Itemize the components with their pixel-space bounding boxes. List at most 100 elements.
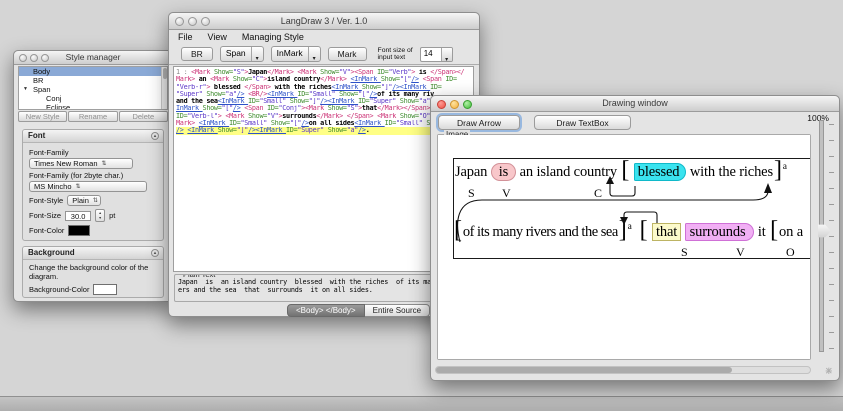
style-item-span[interactable]: ▼ Span <box>19 85 167 94</box>
code-token: ID= <box>358 98 369 105</box>
font-family2-value: MS Mincho <box>34 182 72 191</box>
code-token: ID= <box>377 69 388 76</box>
diagram-word <box>632 224 639 241</box>
zoom-icon[interactable] <box>463 100 472 109</box>
chevron-down-icon[interactable] <box>251 47 263 61</box>
style-item-conj[interactable]: Conj <box>19 94 167 103</box>
diagram-word: with the riches <box>686 164 773 181</box>
grammar-label-c: C <box>594 186 602 201</box>
draw-textbox-button[interactable]: Draw TextBox <box>534 115 631 130</box>
delete-button[interactable]: Delete <box>119 111 168 122</box>
code-token: Show= <box>233 76 252 83</box>
code-token: <Mark <box>225 113 248 120</box>
scrollbar-thumb[interactable] <box>163 68 167 79</box>
entire-source-button[interactable]: Entire Source <box>365 304 430 317</box>
collapse-icon[interactable] <box>151 249 159 257</box>
font-size-input[interactable]: 30.0 <box>65 211 91 221</box>
zoom-icon[interactable] <box>41 54 49 62</box>
main-titlebar[interactable]: LangDraw 3 / Ver. 1.0 <box>169 13 479 30</box>
font-color-swatch[interactable] <box>68 225 90 236</box>
code-line: 1 : <Mark Show="S">Japan</Mark> <Mark Sh… <box>176 69 473 76</box>
diagram-canvas[interactable]: Japan is an island country [ blessed wit… <box>438 135 810 359</box>
close-icon[interactable] <box>437 100 446 109</box>
font-size-label: Font-Size <box>29 211 61 220</box>
disclosure-icon[interactable]: ▼ <box>23 85 28 94</box>
input-font-size-combo[interactable]: 14 <box>420 47 453 62</box>
code-token: "a" <box>225 91 236 98</box>
style-manager-window: Style manager BodyBR▼ SpanConjEclipse New… <box>13 50 173 302</box>
minimize-icon[interactable] <box>188 17 197 26</box>
code-token: /> <box>176 127 184 134</box>
shape-is: is <box>491 163 516 181</box>
style-item-body[interactable]: Body <box>19 67 167 76</box>
code-token: </Mark> <box>267 69 294 76</box>
body-scope-button[interactable]: <Body> </Body> <box>287 304 365 317</box>
code-token: Mark> <box>176 76 195 83</box>
code-token: "V" <box>267 113 278 120</box>
code-token: that <box>362 105 377 112</box>
style-item-eclipse[interactable]: Eclipse <box>19 103 167 110</box>
code-token: of its many riv <box>377 91 434 98</box>
code-token: "Super" <box>369 98 396 105</box>
bracket: ] <box>619 225 627 235</box>
code-token: ID= <box>297 91 308 98</box>
span-dropdown-button[interactable]: Span <box>220 46 264 62</box>
menu-file[interactable]: File <box>178 32 193 42</box>
code-token: "]" <box>309 98 320 105</box>
horizontal-scrollbar[interactable] <box>435 366 811 374</box>
code-token: Show= <box>335 91 358 98</box>
code-token: ><Span <box>351 69 378 76</box>
menu-view[interactable]: View <box>208 32 227 42</box>
mark-button[interactable]: Mark <box>328 47 367 61</box>
font-style-select[interactable]: Plain <box>67 195 101 206</box>
grammar-label-o: O <box>786 245 795 260</box>
code-line: "Verb-r"> blessed </Span> with the riche… <box>176 84 473 91</box>
stepper-icon[interactable]: ▴▾ <box>95 209 105 222</box>
footer-segmented-control: <Body> </Body> Entire Source <box>287 304 430 317</box>
background-panel-header[interactable]: Background <box>23 247 163 260</box>
code-token: "[" <box>400 76 411 83</box>
menu-managing-style[interactable]: Managing Style <box>242 32 304 42</box>
font-panel-header[interactable]: Font <box>23 130 163 143</box>
rename-button[interactable]: Rename <box>68 111 117 122</box>
style-item-label: Span <box>33 85 51 94</box>
close-icon[interactable] <box>175 17 184 26</box>
font-family2-select[interactable]: MS Mincho <box>29 181 147 192</box>
draw-arrow-button[interactable]: Draw Arrow <box>438 115 520 130</box>
style-list-scrollbar[interactable] <box>161 67 167 109</box>
chevron-down-icon[interactable] <box>441 48 452 61</box>
resize-grip-icon[interactable] <box>822 363 837 378</box>
plain-text-label: Plain Text <box>181 274 217 279</box>
minimize-icon[interactable] <box>450 100 459 109</box>
code-token: Show= <box>218 127 237 134</box>
background-color-swatch[interactable] <box>93 284 117 295</box>
code-token: InMark <box>176 105 203 112</box>
zoom-icon[interactable] <box>201 17 210 26</box>
diagram-line-1: Japan is an island country [ blessed wit… <box>455 161 787 183</box>
style-item-br[interactable]: BR <box>19 76 167 85</box>
chevron-down-icon[interactable] <box>308 47 320 61</box>
font-style-label: Font-Style <box>29 196 63 205</box>
drawing-titlebar[interactable]: Drawing window <box>431 96 839 112</box>
code-token: ID= <box>430 84 441 91</box>
code-token: "]" <box>237 127 248 134</box>
font-family2-label: Font-Family (for 2byte char.) <box>29 171 157 180</box>
new-style-button[interactable]: New Style <box>18 111 67 122</box>
scrollbar-thumb[interactable] <box>436 367 732 373</box>
style-manager-titlebar[interactable]: Style manager <box>14 51 172 65</box>
shape-blessed: blessed <box>634 163 687 181</box>
collapse-icon[interactable] <box>151 132 159 140</box>
close-icon[interactable] <box>19 54 27 62</box>
br-button[interactable]: BR <box>181 47 213 61</box>
minimize-icon[interactable] <box>30 54 38 62</box>
code-token: "Small" <box>259 98 286 105</box>
plain-text-line: ers and the sea that surrounds it on all… <box>178 287 470 295</box>
inmark-label: InMark <box>272 47 308 61</box>
font-size-value: 14 <box>421 48 441 61</box>
inmark-dropdown-button[interactable]: InMark <box>271 46 321 62</box>
code-editor[interactable]: 1 : <Mark Show="S">Japan</Mark> <Mark Sh… <box>173 66 474 272</box>
code-token: "Small" <box>241 120 268 127</box>
code-token: </Mark> <box>316 113 343 120</box>
font-family-select[interactable]: Times New Roman <box>29 158 133 169</box>
background-panel: Background Change the background color o… <box>22 246 164 298</box>
